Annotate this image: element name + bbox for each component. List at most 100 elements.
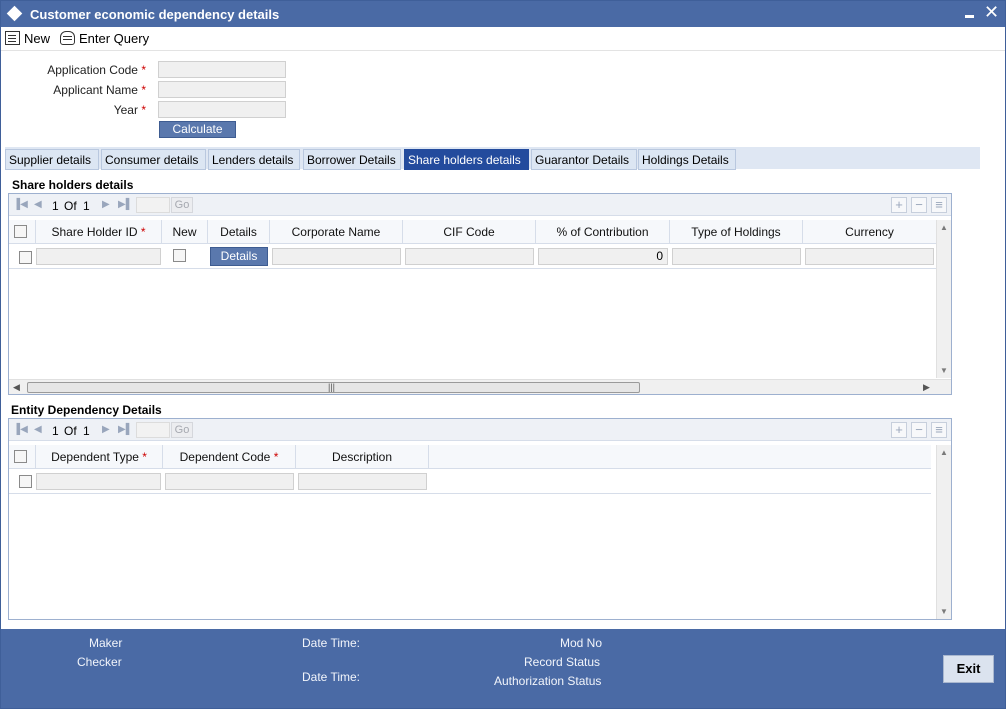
dependent-type-input[interactable] — [36, 473, 161, 490]
add-row-icon[interactable]: + — [891, 422, 907, 438]
col-new: New — [162, 220, 208, 244]
year-label-text: Year — [113, 103, 138, 117]
checker-date-time-label: Date Time: — [302, 670, 361, 684]
row-select-checkbox[interactable] — [19, 251, 32, 264]
first-page-icon[interactable]: ▐◀ — [13, 424, 28, 436]
entity-dependency-section-title: Entity Dependency Details — [11, 403, 162, 417]
new-button[interactable]: New — [5, 29, 50, 47]
share-holders-header-row: Share Holder ID * New Details Corporate … — [9, 220, 936, 244]
view-list-icon[interactable]: ≡ — [931, 197, 947, 213]
tab-guarantor-details[interactable]: Guarantor Details — [531, 149, 637, 170]
col-dependent-code: Dependent Code * — [163, 445, 296, 469]
tab-share-holders-details[interactable]: Share holders details — [404, 149, 529, 170]
required-mark: * — [142, 450, 147, 464]
entity-dependency-pager: ▐◀ ◀ 1 Of 1 ▶ ▶▌ Go + − ≡ — [9, 419, 951, 441]
cif-code-input[interactable] — [405, 248, 534, 265]
col-dependent-code-label: Dependent Code — [179, 450, 271, 464]
current-page: 1 — [52, 424, 59, 438]
close-icon[interactable]: ✕ — [984, 2, 999, 22]
application-code-input[interactable] — [158, 61, 286, 78]
tab-lenders-details[interactable]: Lenders details — [208, 149, 300, 170]
tab-consumer-details[interactable]: Consumer details — [101, 149, 206, 170]
type-of-holdings-input[interactable] — [672, 248, 801, 265]
previous-page-icon[interactable]: ◀ — [34, 424, 42, 436]
last-page-icon[interactable]: ▶▌ — [118, 424, 133, 436]
page-number-input[interactable] — [136, 197, 170, 213]
select-all-checkbox[interactable] — [14, 225, 27, 238]
scroll-grip-icon: ||| — [328, 382, 336, 392]
scroll-left-icon[interactable]: ◀ — [13, 382, 20, 393]
col-description: Description — [296, 445, 429, 469]
select-all-cell — [9, 445, 36, 469]
col-dependent-type: Dependent Type * — [36, 445, 163, 469]
details-button[interactable]: Details — [210, 247, 268, 266]
enter-query-button[interactable]: Enter Query — [60, 29, 149, 47]
tab-strip: Supplier details Consumer details Lender… — [5, 147, 980, 170]
dependent-code-input[interactable] — [165, 473, 294, 490]
applicant-name-label: Applicant Name * — [6, 83, 146, 97]
checker-label: Checker — [77, 655, 122, 669]
scroll-down-icon[interactable]: ▼ — [940, 366, 948, 375]
col-currency: Currency — [845, 225, 894, 239]
applicant-name-input[interactable] — [158, 81, 286, 98]
query-icon — [60, 31, 75, 45]
tab-borrower-details[interactable]: Borrower Details — [303, 149, 401, 170]
go-button[interactable]: Go — [171, 422, 193, 438]
year-input[interactable] — [158, 101, 286, 118]
next-page-icon[interactable]: ▶ — [102, 424, 110, 436]
required-mark: * — [140, 225, 146, 239]
scroll-right-icon[interactable]: ▶ — [923, 382, 930, 393]
view-list-icon[interactable]: ≡ — [931, 422, 947, 438]
entity-dependency-vertical-scrollbar[interactable]: ▲ ▼ — [936, 445, 951, 619]
new-button-label: New — [24, 30, 51, 46]
mod-no-label: Mod No — [560, 636, 603, 650]
page-of-label: Of — [64, 424, 77, 438]
scroll-up-icon[interactable]: ▲ — [940, 448, 948, 457]
title-bar: Customer economic dependency details ✕ — [1, 1, 1005, 27]
enter-query-label: Enter Query — [79, 30, 150, 46]
record-status-label: Record Status — [524, 655, 601, 669]
required-mark: * — [141, 63, 146, 77]
share-holders-vertical-scrollbar[interactable]: ▲ ▼ — [936, 220, 951, 378]
delete-row-icon[interactable]: − — [911, 422, 927, 438]
required-mark: * — [141, 83, 146, 97]
contribution-input[interactable]: 0 — [538, 248, 668, 265]
application-code-label: Application Code * — [6, 63, 146, 77]
calculate-button[interactable]: Calculate — [159, 121, 236, 138]
required-mark: * — [273, 450, 279, 464]
add-row-icon[interactable]: + — [891, 197, 907, 213]
description-input[interactable] — [298, 473, 427, 490]
app-diamond-icon — [6, 5, 23, 22]
share-holders-pager: ▐◀ ◀ 1 Of 1 ▶ ▶▌ Go + − ≡ — [9, 194, 951, 216]
table-row — [9, 470, 931, 494]
last-page-icon[interactable]: ▶▌ — [118, 199, 133, 211]
minimize-icon[interactable] — [963, 7, 977, 21]
select-all-cell — [9, 220, 36, 244]
go-button[interactable]: Go — [171, 197, 193, 213]
currency-input[interactable] — [805, 248, 934, 265]
share-holders-horizontal-scrollbar[interactable]: ◀ ||| ▶ — [9, 379, 951, 394]
page-of-label: Of — [64, 199, 77, 213]
first-page-icon[interactable]: ▐◀ — [13, 199, 28, 211]
page-number-input[interactable] — [136, 422, 170, 438]
exit-button[interactable]: Exit — [943, 655, 994, 683]
delete-row-icon[interactable]: − — [911, 197, 927, 213]
row-select-checkbox[interactable] — [19, 475, 32, 488]
scroll-up-icon[interactable]: ▲ — [940, 223, 948, 232]
previous-page-icon[interactable]: ◀ — [34, 199, 42, 211]
corporate-name-input[interactable] — [272, 248, 401, 265]
tab-supplier-details[interactable]: Supplier details — [5, 149, 99, 170]
scroll-down-icon[interactable]: ▼ — [940, 607, 948, 616]
new-checkbox[interactable] — [173, 249, 186, 262]
col-share-holder-id-label: Share Holder ID — [51, 225, 138, 239]
share-holder-id-input[interactable] — [36, 248, 161, 265]
total-pages: 1 — [83, 424, 90, 438]
select-all-checkbox[interactable] — [14, 450, 27, 463]
tab-holdings-details[interactable]: Holdings Details — [638, 149, 736, 170]
applicant-name-label-text: Applicant Name — [53, 83, 138, 97]
application-code-label-text: Application Code — [47, 63, 138, 77]
horizontal-scroll-thumb[interactable]: ||| — [27, 382, 640, 393]
table-row: Details 0 — [9, 245, 936, 269]
window-title: Customer economic dependency details — [30, 7, 280, 22]
next-page-icon[interactable]: ▶ — [102, 199, 110, 211]
